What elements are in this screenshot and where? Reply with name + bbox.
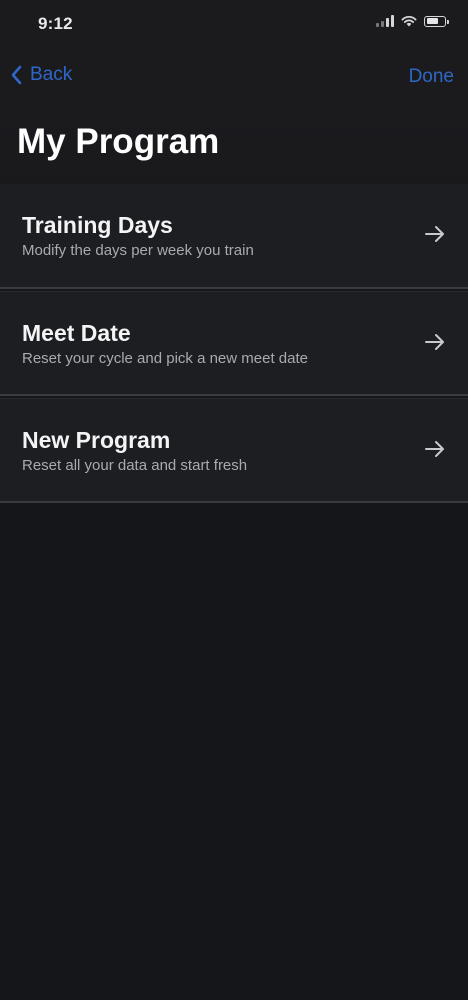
arrow-right-icon [425,226,444,242]
status-bar: 9:12 [0,0,468,48]
settings-list: Training Days Modify the days per week y… [0,184,468,505]
wifi-icon [401,16,417,27]
chevron-left-icon [11,65,22,85]
back-button[interactable]: Back [10,64,72,86]
item-title: Training Days [22,212,173,238]
item-title: Meet Date [22,320,131,346]
item-subtitle: Reset your cycle and pick a new meet dat… [22,350,308,367]
item-title: New Program [22,427,171,453]
item-subtitle: Modify the days per week you train [22,242,254,259]
list-item-training-days[interactable]: Training Days Modify the days per week y… [0,184,468,289]
item-subtitle: Reset all your data and start fresh [22,457,248,474]
done-button[interactable]: Done [409,66,454,88]
arrow-right-icon [425,334,444,350]
battery-icon [424,15,449,27]
screen: 9:12 Back Done My Program Training Days … [0,0,468,1000]
list-item-new-program[interactable]: New Program Reset all your data and star… [0,398,468,503]
list-item-meet-date[interactable]: Meet Date Reset your cycle and pick a ne… [0,291,468,396]
navigation-bar: Back Done [0,48,468,106]
arrow-right-icon [425,441,444,457]
title-area: My Program [0,106,468,184]
page-title: My Program [17,122,220,161]
status-icons [376,15,449,27]
status-time: 9:12 [38,14,73,33]
back-label: Back [30,64,73,85]
cellular-signal-icon [376,15,394,27]
